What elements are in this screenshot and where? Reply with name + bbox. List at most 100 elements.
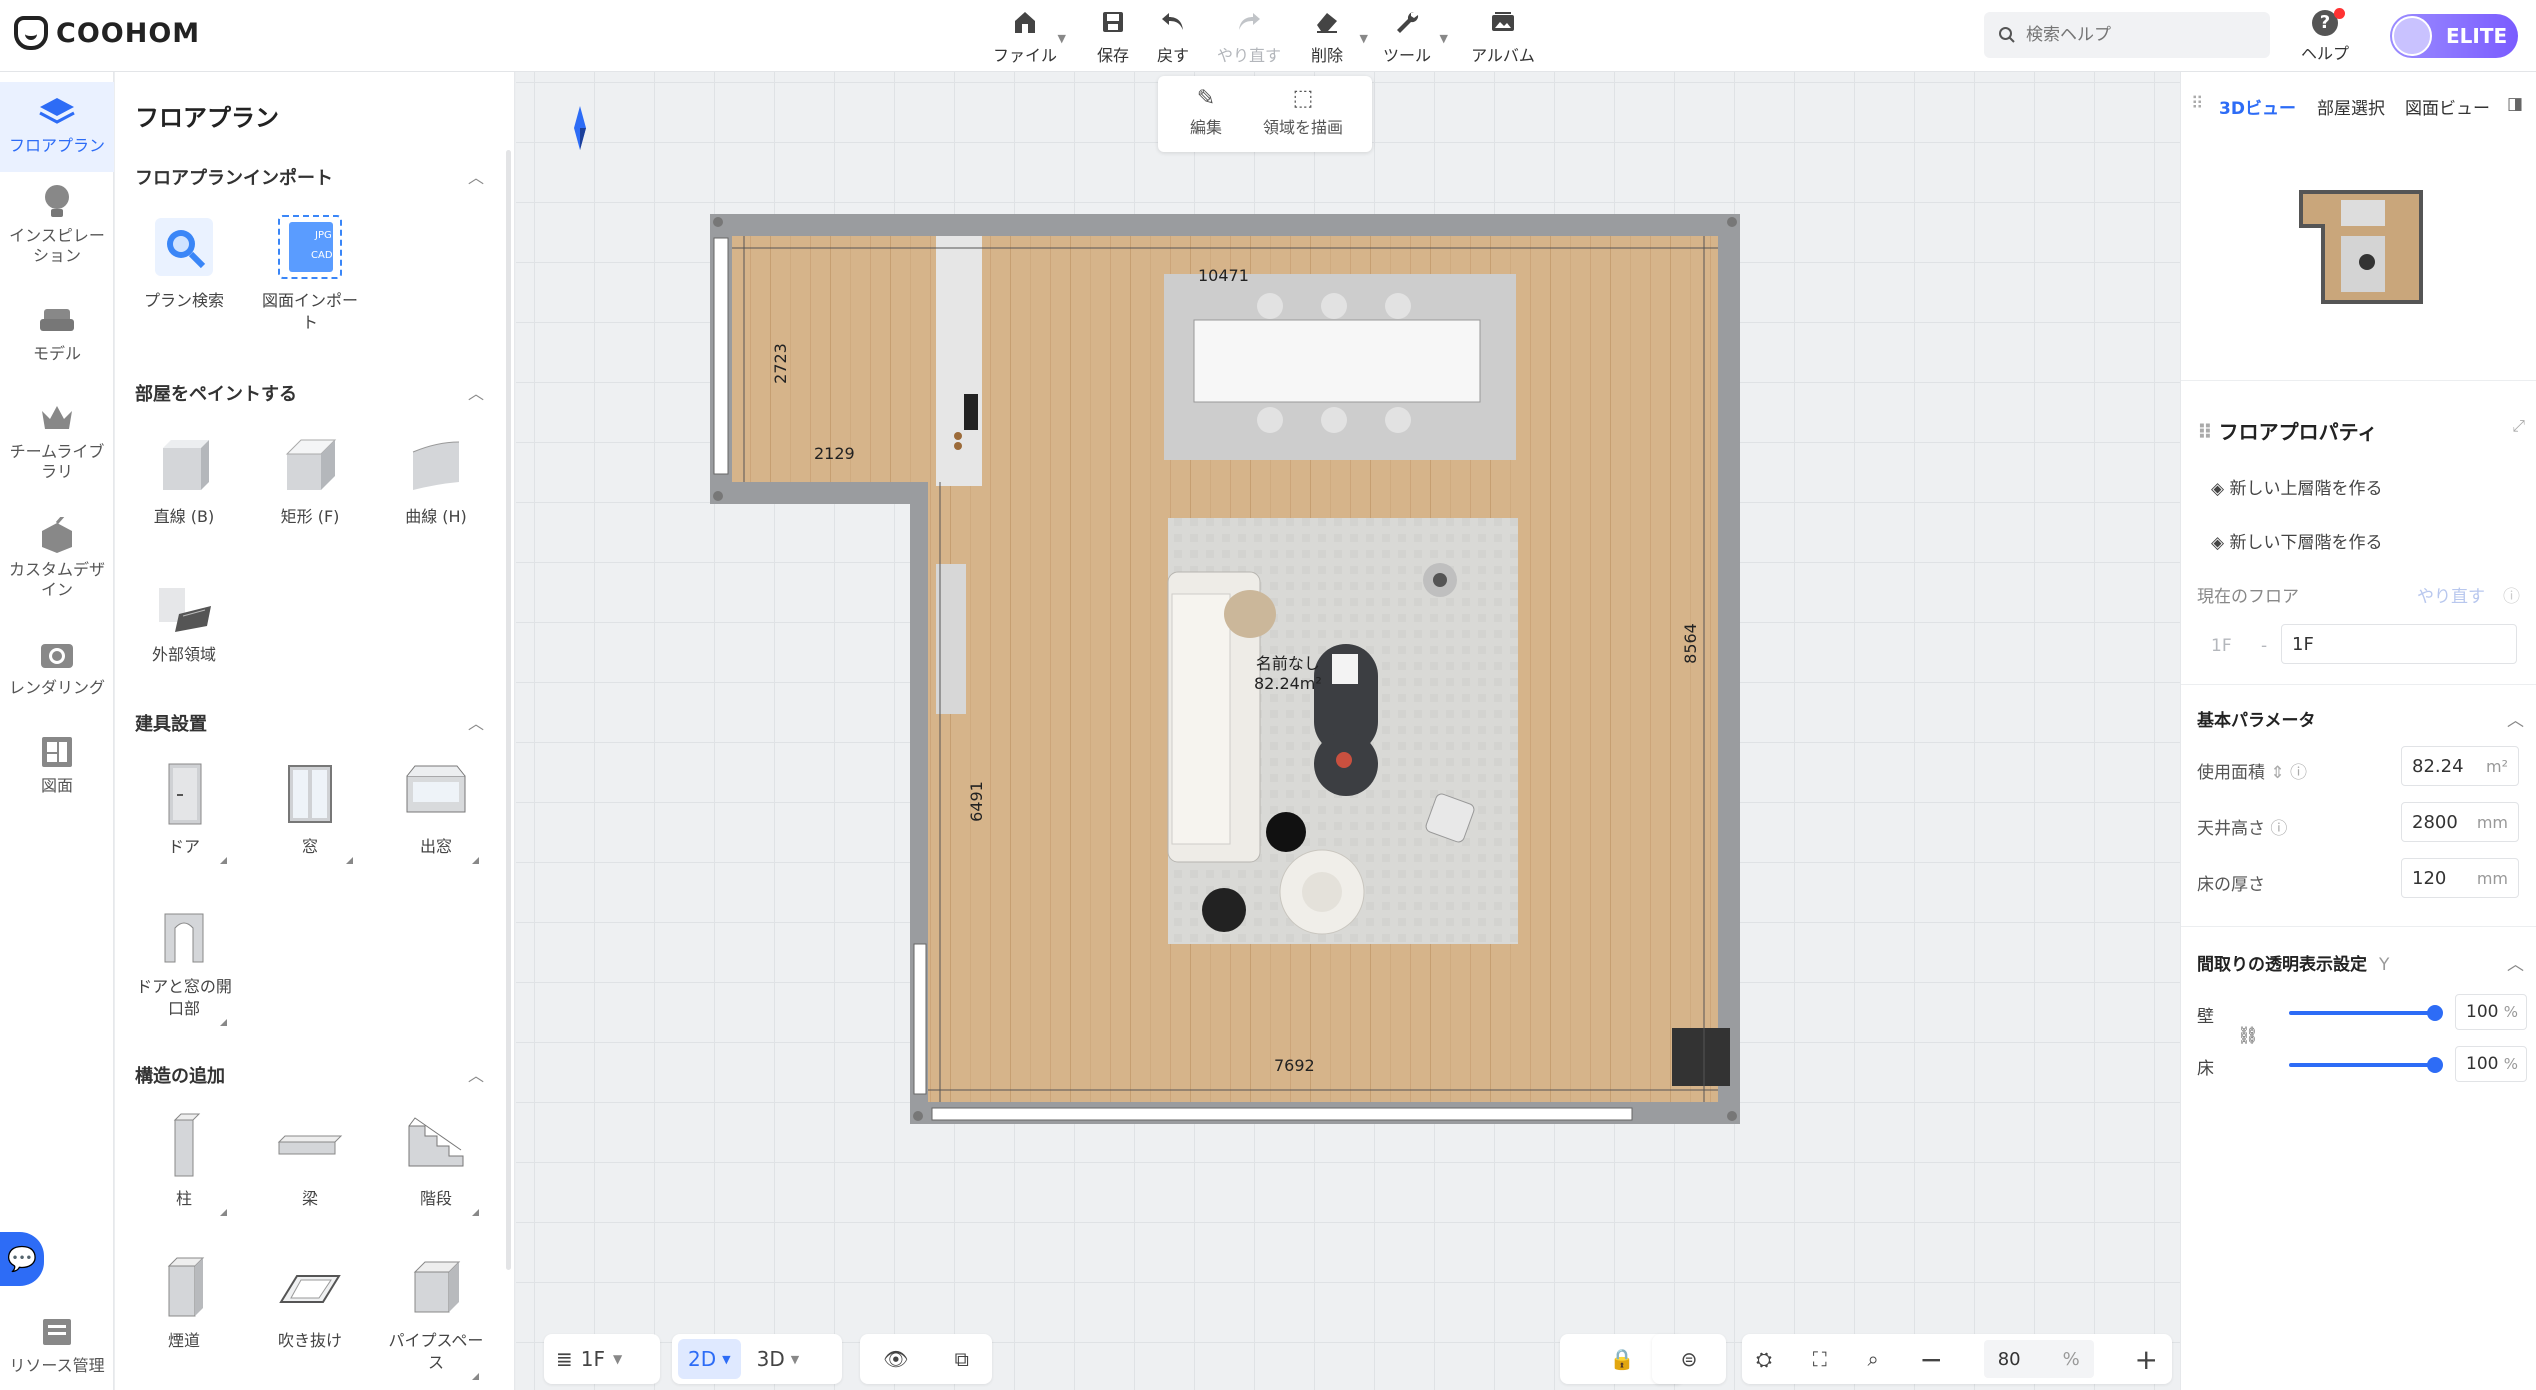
logo-text: COOHOM [56,17,201,49]
void-tile[interactable]: 吹き抜け [255,1252,365,1352]
beam-icon [275,1110,345,1180]
view-settings-icon[interactable]: ⛭ [1756,1339,1772,1379]
floor-name-input[interactable]: 1F [2281,624,2517,664]
floor-label: 床 [2197,1059,2214,1079]
window-toggle-icon[interactable]: ◨ [2507,94,2523,114]
chat-support-button[interactable]: 💬 [0,1232,44,1286]
zoom-region-icon[interactable]: ⌕ [1868,1339,1879,1379]
help-button[interactable]: ? ヘルプ [2290,8,2360,64]
drag-handle-icon[interactable]: ⠿ [2191,94,2203,114]
dimension-top: 10471 [1198,266,1249,285]
slider-track[interactable] [2289,1063,2433,1067]
zoom-input[interactable]: 80 % [1983,1340,2094,1378]
column-tile[interactable]: 柱 [129,1110,239,1216]
file-menu-button[interactable]: ファイル ▼ [980,6,1070,66]
floor-thickness-input[interactable]: 120 mm [2401,858,2519,898]
draw-line-tile[interactable]: 直線 (B) [129,428,239,528]
slider-knob[interactable] [2427,1057,2443,1073]
tools-menu-button[interactable]: ツール ▼ [1362,6,1452,66]
chat-icon: 💬 [7,1245,37,1273]
cube-view-icon[interactable]: ⧉ [955,1339,969,1379]
nav-item-rendering[interactable]: レンダリング [0,634,114,698]
draw-region-button[interactable]: ⬚ 領域を描画 [1248,86,1358,138]
chevron-up-icon[interactable]: ︿ [2507,950,2524,975]
chevron-up-icon[interactable]: ︿ [468,164,484,188]
wall-value-input[interactable]: 100% [2455,994,2527,1030]
zoom-in-button[interactable]: + [2135,1339,2158,1379]
stairs-tile[interactable]: 階段 [381,1110,491,1216]
floor-transparency-slider[interactable]: 床 100% [2197,1046,2527,1082]
nav-item-resource[interactable]: リソース管理 [0,1312,114,1376]
door-tile[interactable]: ドア [129,758,239,864]
chevron-up-icon[interactable]: ︿ [2507,706,2524,731]
beam-tile[interactable]: 梁 [255,1110,365,1210]
left-navigation: フロアプラン インスピレーション モデル チームライブラリ カスタムデザイン レ… [0,72,114,1390]
properties-title: ⠿ フロアプロパティ [2197,420,2378,444]
mode-3d-button[interactable]: 3D ▼ [747,1339,810,1379]
eye-icon[interactable]: 👁 [883,1339,908,1379]
divider [2181,926,2536,927]
nav-item-floorplan[interactable]: フロアプラン [0,82,114,172]
zoom-out-button[interactable]: − [1920,1339,1943,1379]
album-label: アルバム [1471,46,1535,65]
bay-window-tile[interactable]: 出窓 [381,758,491,864]
draw-curve-tile[interactable]: 曲線 (H) [381,428,491,528]
house-file-icon [1009,6,1041,38]
room-label[interactable]: 名前なし 82.24m² [1254,650,1322,693]
open-box-icon [275,428,345,498]
tile-label: 出窓 [419,837,452,856]
usable-area-input[interactable]: 82.24 m² [2401,746,2519,786]
nav-item-model[interactable]: モデル [0,300,114,364]
nav-item-custom-design[interactable]: カスタムデザイン [0,516,114,600]
chevron-up-icon[interactable]: ︿ [468,1062,484,1086]
flue-tile[interactable]: 煙道 [129,1252,239,1352]
create-lower-floor-button[interactable]: ◈ 新しい下層階を作る [2211,528,2382,553]
draw-rectangle-tile[interactable]: 矩形 (F) [255,428,365,528]
toggle-icon[interactable]: ⊜ [1681,1339,1698,1379]
outer-area-tile[interactable]: 外部領域 [129,566,239,666]
minimap-3d-preview[interactable] [2291,182,2431,312]
floor-value-input[interactable]: 100% [2455,1046,2527,1082]
opening-tile[interactable]: ドアと窓の開口部 [129,898,239,1026]
basic-params-title: 基本パラメータ [2197,711,2316,731]
tile-label: 外部領域 [151,645,216,664]
nav-item-inspiration[interactable]: インスピレーション [0,182,114,266]
notification-dot [2334,8,2345,19]
expand-icon[interactable]: ⤢ [2512,416,2525,436]
library-scrollbar[interactable] [506,150,511,1270]
plan-search-tile[interactable]: プラン検索 [129,212,239,312]
pipe-space-tile[interactable]: パイプスペース [381,1252,491,1380]
wall-transparency-slider[interactable]: 壁 100% [2197,994,2527,1030]
floor-selector[interactable]: ≣ 1F ▼ [544,1334,660,1384]
slider-track[interactable] [2289,1011,2433,1015]
ceiling-height-input[interactable]: 2800 mm [2401,802,2519,842]
link-icon[interactable]: ⛓ [2237,1026,2259,1046]
delete-button[interactable]: 削除 ▼ [1282,6,1372,66]
redo-button[interactable]: やり直す [1204,6,1294,66]
album-button[interactable]: アルバム [1458,6,1548,66]
help-search-input[interactable] [2026,25,2256,45]
tab-drawing-view[interactable]: 図面ビュー [2405,94,2490,119]
floor-redo-link[interactable]: やり直す [2417,582,2485,607]
edit-button[interactable]: ✎ 編集 [1176,86,1236,138]
slider-knob[interactable] [2427,1005,2443,1021]
tab-3d-view[interactable]: 3Dビュー [2219,94,2296,119]
tab-room-select[interactable]: 部屋選択 [2317,94,2385,119]
layers-plus-icon: ◈ [2211,479,2230,499]
section-title-structure: 構造の追加 [135,1066,225,1087]
create-upper-floor-button[interactable]: ◈ 新しい上層階を作る [2211,474,2382,499]
chevron-up-icon[interactable]: ︿ [468,380,484,404]
window-tile[interactable]: 窓 [255,758,365,864]
nav-item-team-library[interactable]: チームライブラリ [0,398,114,482]
nav-item-drawing[interactable]: 図面 [0,732,114,796]
floor-plan-drawing[interactable]: 10471 2723 2129 8564 6491 7692 名前なし 82.2… [710,214,1750,1138]
drawing-import-tile[interactable]: JPG CAD 図面インポート [255,212,365,334]
mode-2d-button[interactable]: 2D ▼ [678,1339,741,1379]
floor-plan-svg [710,214,1740,1124]
fit-screen-icon[interactable]: ⛶ [1813,1339,1827,1379]
chevron-up-icon[interactable]: ︿ [468,710,484,734]
help-search-box[interactable] [1984,12,2270,58]
coohom-logo[interactable]: COOHOM [14,16,200,50]
lock-icon[interactable]: 🔒 [1610,1339,1635,1379]
user-account-badge[interactable]: ELITE [2390,14,2518,58]
